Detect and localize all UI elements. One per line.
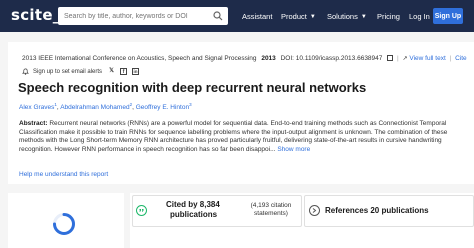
alerts-row: Sign up to set email alerts 𝕏 f in [22,68,140,75]
author-list: Alex Graves1, Abdelrahman Mohamed2, Geof… [19,102,192,112]
search-icon[interactable] [213,11,223,21]
abstract-label: Abstract: [19,120,48,127]
nav-product-label: Product [281,12,307,21]
chevron-down-icon: ▼ [309,14,316,20]
references-count: References 20 publications [325,206,429,215]
abstract: Abstract: Recurrent neural networks (RNN… [19,120,457,154]
cited-by-count: Cited by 8,384 publications [166,200,220,220]
nav-assistant[interactable]: Assistant [242,12,272,21]
abstract-text: Recurrent neural networks (RNNs) are a p… [19,120,448,153]
cited-by-label: Cited by 8,384 [166,200,220,209]
search-input[interactable] [64,12,204,20]
external-link-icon: ↗ [402,56,408,62]
references-icon [309,205,320,216]
citation-statements-label: statements) [254,210,288,217]
conference-name[interactable]: 2013 IEEE International Conference on Ac… [22,55,257,62]
linkedin-icon[interactable]: in [132,68,140,75]
quote-bubble-icon [136,205,147,216]
nav-pricing[interactable]: Pricing [377,12,400,21]
paper-card [8,42,474,184]
twitter-icon[interactable]: 𝕏 [108,68,115,75]
publication-info: 2013 IEEE International Conference on Ac… [22,55,467,62]
email-alerts-link[interactable]: Sign up to set email alerts [33,69,102,75]
help-understand-link[interactable]: Help me understand this report [19,171,108,178]
cite-link[interactable]: Cite [455,55,467,62]
share-icons: 𝕏 f in [108,68,140,75]
nav-product[interactable]: Product ▼ [281,12,316,21]
nav-solutions[interactable]: Solutions ▼ [327,12,367,21]
copy-icon[interactable] [387,55,394,61]
author-affiliation: 3 [189,102,192,107]
citation-statements-count: (4,193 citation [250,202,292,209]
bell-icon[interactable] [22,68,29,75]
cited-by-publications: publications [170,210,218,219]
author-link[interactable]: Alex Graves [19,104,54,111]
view-full-text-link[interactable]: View full text [409,55,445,62]
chevron-down-icon: ▼ [360,14,367,20]
publication-year: 2013 [261,55,276,62]
doi[interactable]: DOI: 10.1109/icassp.2013.6638947 [281,55,383,62]
signup-button[interactable]: Sign Up [433,8,463,24]
citation-statements: (4,193 citation statements) [248,202,294,218]
paper-title: Speech recognition with deep recurrent n… [18,80,367,95]
facebook-icon[interactable]: f [120,68,128,75]
nav-solutions-label: Solutions [327,12,358,21]
author-link[interactable]: Abdelrahman Mohamed [60,104,129,111]
scite-logo[interactable]: scite_ [11,6,61,24]
show-more-link[interactable]: Show more [276,146,310,153]
login-link[interactable]: Log In [409,12,430,21]
author-link[interactable]: Geoffrey E. Hinton [136,104,189,111]
search-box[interactable] [58,7,228,25]
loading-spinner-icon [53,213,75,235]
